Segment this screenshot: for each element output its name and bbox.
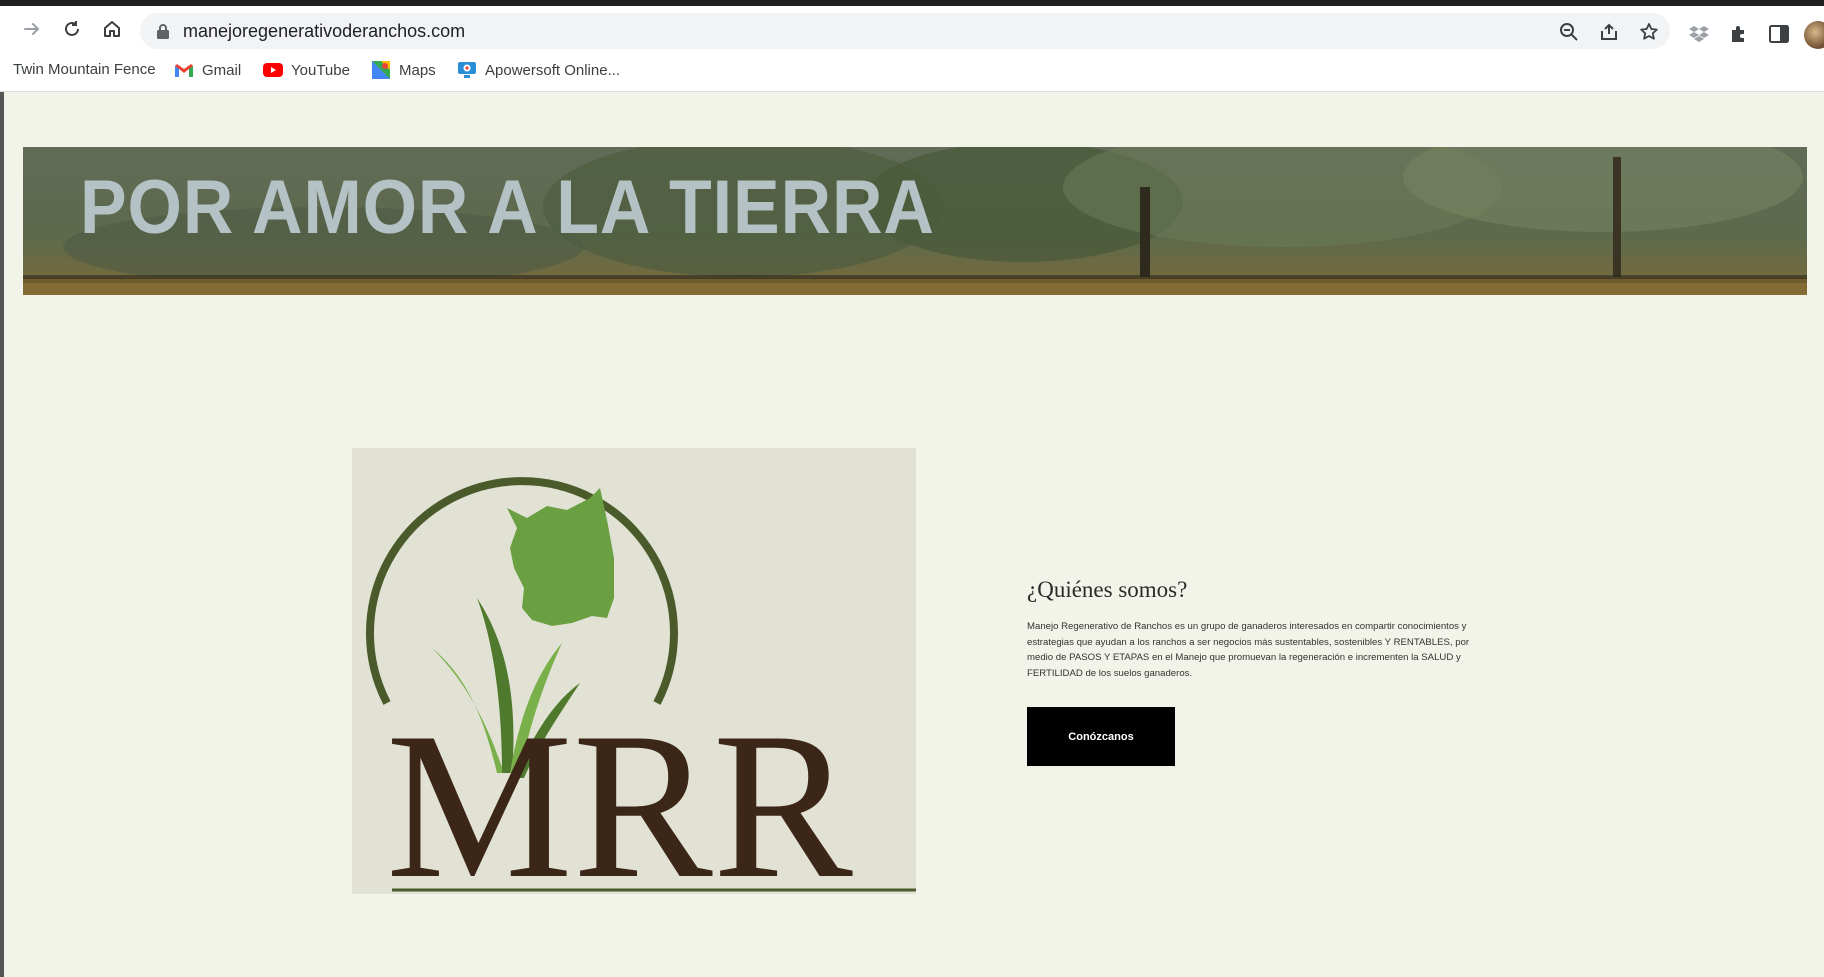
mrr-logo: MRR	[352, 448, 916, 894]
bookmark-label: Twin Mountain Fence	[13, 61, 156, 78]
bookmark-apowersoft[interactable]: Apowersoft Online...	[457, 61, 620, 79]
address-bar[interactable]: manejoregenerativoderanchos.com	[140, 13, 1670, 49]
bookmarks-bar: Twin Mountain Fence Gmail YouTube Maps A…	[0, 52, 1824, 92]
logo-letters: MRR	[386, 690, 853, 894]
url-text[interactable]: manejoregenerativoderanchos.com	[183, 21, 465, 42]
bookmark-label: Maps	[399, 61, 436, 79]
hero-banner: POR AMOR A LA TIERRA	[23, 147, 1807, 295]
gmail-icon	[174, 61, 194, 79]
banner-title: POR AMOR A LA TIERRA	[80, 165, 935, 250]
window-left-edge	[0, 92, 4, 977]
profile-avatar[interactable]	[1804, 21, 1824, 49]
apowersoft-icon	[457, 61, 477, 79]
share-icon[interactable]	[1598, 21, 1620, 43]
bookmark-label: Gmail	[202, 61, 242, 79]
youtube-icon	[263, 61, 283, 79]
bookmark-maps[interactable]: Maps	[371, 61, 436, 79]
forward-icon[interactable]	[20, 17, 44, 41]
about-description: Manejo Regenerativo de Ranchos es un gru…	[1027, 621, 1470, 679]
bookmark-label: YouTube	[291, 61, 350, 79]
zoom-icon[interactable]	[1558, 21, 1580, 43]
home-icon[interactable]	[100, 17, 124, 41]
bookmark-label: Apowersoft Online...	[485, 61, 621, 79]
bookmark-youtube[interactable]: YouTube	[263, 61, 350, 79]
browser-toolbar: manejoregenerativoderanchos.com	[0, 6, 1824, 52]
extensions-puzzle-icon[interactable]	[1728, 23, 1750, 45]
maps-icon	[371, 61, 391, 79]
about-title: ¿Quiénes somos?	[1027, 577, 1188, 602]
reload-icon[interactable]	[60, 17, 84, 41]
conozcanos-button[interactable]: Conózcanos	[1027, 707, 1175, 766]
bookmark-twin-mountain-fence[interactable]: Twin Mountain Fence	[13, 61, 156, 78]
bookmark-gmail[interactable]: Gmail	[174, 61, 241, 79]
dropbox-icon[interactable]	[1688, 23, 1710, 45]
lock-icon[interactable]	[156, 23, 170, 44]
bookmark-star-icon[interactable]	[1638, 21, 1660, 43]
side-panel-icon[interactable]	[1768, 23, 1790, 45]
mrr-logo-graphic: MRR	[352, 448, 916, 894]
